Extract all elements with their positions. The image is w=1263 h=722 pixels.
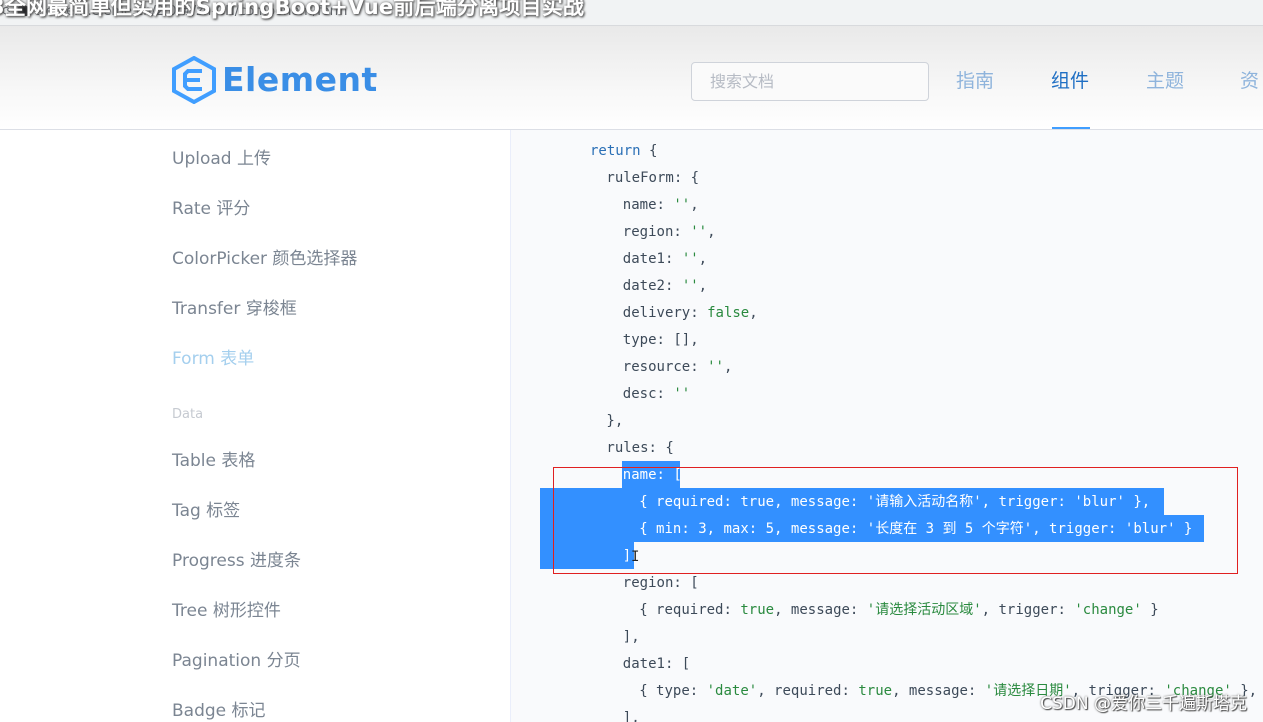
nav-resources[interactable]: 资: [1240, 26, 1259, 130]
code-line: return {: [590, 143, 658, 159]
search-input[interactable]: [691, 62, 929, 101]
sidebar-item-colorpicker[interactable]: ColorPicker 颜色选择器: [172, 244, 357, 269]
nav-theme[interactable]: 主题: [1146, 26, 1184, 130]
sidebar-item-tree[interactable]: Tree 树形控件: [172, 596, 281, 621]
sidebar-item-transfer[interactable]: Transfer 穿梭框: [172, 294, 297, 319]
site-header: Element 指南 组件 主题 资: [0, 26, 1263, 130]
code-line: { required: true, message: '请选择活动区域', tr…: [639, 602, 1159, 618]
code-line: rules: {: [606, 440, 674, 456]
code-line: region: [: [622, 575, 699, 591]
sidebar-item-tag[interactable]: Tag 标签: [172, 496, 240, 521]
sidebar-item-upload[interactable]: Upload 上传: [172, 144, 271, 169]
video-overlay-title: 3全网最简单但实用的SpringBoot+Vue前后端分离项目实战: [0, 0, 585, 19]
sidebar-item-rate[interactable]: Rate 评分: [172, 194, 250, 219]
code-line: ],: [622, 710, 640, 722]
code-line: name: '',: [622, 197, 699, 213]
code-line: delivery: false,: [622, 305, 758, 321]
component-sidebar: Upload 上传 Rate 评分 ColorPicker 颜色选择器 Tran…: [0, 130, 510, 722]
highlight-annotation-box: [553, 467, 1238, 574]
code-line: ruleForm: {: [606, 170, 700, 186]
code-line: desc: '': [622, 386, 691, 402]
csdn-watermark: CSDN @爱你三千遍斯塔克: [1040, 694, 1247, 714]
code-line: },: [606, 413, 624, 429]
sidebar-item-table[interactable]: Table 表格: [172, 446, 255, 471]
code-line: type: [],: [622, 332, 699, 348]
sidebar-item-pagination[interactable]: Pagination 分页: [172, 646, 301, 671]
code-line: resource: '',: [622, 359, 733, 375]
code-line: date2: '',: [622, 278, 708, 294]
sidebar-item-form[interactable]: Form 表单: [172, 344, 254, 369]
code-line: ],: [622, 629, 640, 645]
code-line: date1: [: [622, 656, 691, 672]
active-nav-indicator: [1052, 127, 1090, 129]
element-logo-icon: [172, 56, 216, 104]
code-line: region: '',: [622, 224, 716, 240]
sidebar-item-progress[interactable]: Progress 进度条: [172, 546, 301, 571]
nav-component[interactable]: 组件: [1051, 26, 1089, 130]
logo-wordmark: Element: [222, 60, 378, 99]
sidebar-item-badge[interactable]: Badge 标记: [172, 696, 266, 721]
code-line: date1: '',: [622, 251, 708, 267]
sidebar-group-data: Data: [172, 407, 204, 422]
text-cursor-icon: I: [631, 549, 640, 565]
nav-guide[interactable]: 指南: [956, 26, 994, 130]
